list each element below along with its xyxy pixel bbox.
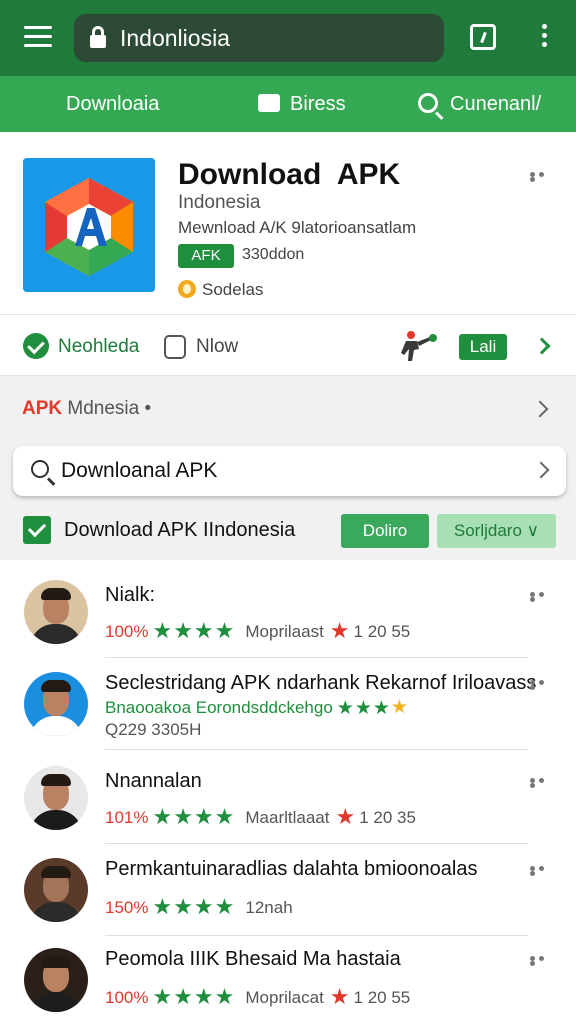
review-rating-line: 100% ★★★★ Moprilaast ★ 1 20 55	[105, 618, 410, 644]
apk-tag-badge: AFK	[178, 244, 234, 268]
review-rating-line: 150% ★★★★ 12nah	[105, 894, 293, 920]
review-meta: 12nah	[245, 898, 293, 917]
nav-tab-search-label: Cunenanl/	[450, 93, 542, 115]
site-name: Mdnesia •	[62, 398, 152, 419]
chevron-right-icon[interactable]	[533, 337, 551, 355]
review-count: 1 20 55	[353, 988, 411, 1007]
site-section: APK Mdnesia • Downloanal APK Download AP…	[0, 376, 576, 560]
avatar	[24, 858, 88, 922]
review-item[interactable]: Nnannalan 101% ★★★★ Maarltlaaat ★ 1 20 35	[0, 752, 576, 844]
hamburger-menu-icon[interactable]	[24, 26, 52, 48]
checkbox-checked[interactable]	[23, 516, 51, 544]
review-percent: 101%	[105, 808, 149, 827]
avatar	[24, 948, 88, 1012]
review-more-icon[interactable]	[530, 956, 556, 966]
search-icon	[31, 460, 49, 478]
reviewer-name: Nnannalan	[105, 770, 202, 792]
app-subtitle: Indonesia	[178, 192, 261, 213]
reviewer-name: Peomola IIIK Bhesaid Ma hastaia	[105, 948, 401, 970]
reviewer-name: Permkantuinaradlias dalahta bmioonoalas	[105, 858, 478, 880]
now-label[interactable]: Nlow	[196, 336, 238, 358]
review-more-icon[interactable]	[530, 680, 556, 690]
review-percent: 100%	[105, 622, 149, 641]
reviewer-name: Nialk:	[105, 584, 156, 606]
lali-button[interactable]: Lali	[459, 334, 507, 360]
review-more-icon[interactable]	[530, 592, 556, 602]
app-logo	[23, 158, 155, 292]
search-card[interactable]: Downloanal APK	[13, 446, 566, 496]
tabs-icon[interactable]	[470, 24, 496, 50]
avatar	[24, 580, 88, 644]
reviewer-name: Seclestridang APK ndarhank Rekarnof Iril…	[105, 672, 537, 694]
primary-button[interactable]: Doliro	[341, 514, 429, 548]
nav-tab-download-label: Downloaia	[66, 93, 160, 115]
review-subline: Bnaooakoa Eorondsddckehgo ★★★★	[105, 696, 408, 720]
review-meta: Moprilaast	[245, 622, 324, 641]
site-prefix: APK	[22, 398, 63, 419]
review-meta: Moprilacat	[245, 988, 324, 1007]
review-item[interactable]: Nialk: 100% ★★★★ Moprilaast ★ 1 20 55	[0, 566, 576, 658]
red-star-icon: ★	[329, 618, 350, 643]
coin-icon	[178, 280, 196, 298]
review-more-icon[interactable]	[530, 866, 556, 876]
review-meta: Maarltlaaat	[245, 808, 330, 827]
red-star-icon: ★	[329, 984, 350, 1009]
address-bar-text: Indonliosia	[120, 25, 230, 51]
review-item[interactable]: Peomola IIIK Bhesaid Ma hastaia 100% ★★★★…	[0, 934, 576, 1024]
divider	[105, 749, 528, 750]
review-percent: 150%	[105, 898, 149, 917]
review-count: 1 20 35	[359, 808, 416, 827]
browser-top-bar: Indonliosia	[0, 0, 576, 76]
chat-check-icon	[258, 91, 280, 147]
now-checkbox[interactable]	[164, 335, 186, 359]
review-count: 1 20 55	[353, 622, 411, 641]
nav-bar: Downloaia Biress Cunenanl/	[0, 76, 576, 147]
address-bar[interactable]: Indonliosia	[74, 14, 444, 62]
nav-tab-download[interactable]: Downloaia	[66, 76, 159, 132]
nav-tab-search[interactable]: Cunenanl/	[418, 76, 541, 132]
check-circle-icon[interactable]	[23, 333, 49, 359]
app-description: Mewnload A/K 9latorioansatlam	[178, 218, 417, 237]
review-code: Q229 3305H	[105, 720, 202, 739]
app-size: 330ddon	[242, 246, 305, 263]
review-rating-line: 100% ★★★★ Moprilacat ★ 1 20 55	[105, 984, 410, 1010]
search-icon	[418, 93, 438, 113]
action-row: Neohleda Nlow Lali	[0, 314, 576, 376]
review-subtext: Bnaooakoa Eorondsddckehgo	[105, 698, 333, 717]
gold-star-icon: ★	[390, 697, 408, 718]
app-rating-label: Sodelas	[202, 280, 264, 299]
star-rating-icon: ★★★	[336, 698, 391, 719]
app-title: Download APK	[178, 158, 401, 191]
review-item[interactable]: Permkantuinaradlias dalahta bmioonoalas …	[0, 844, 576, 936]
avatar	[24, 766, 88, 830]
red-star-icon: ★	[335, 804, 356, 829]
nav-tab-press[interactable]: Biress	[258, 76, 346, 147]
star-rating-icon: ★★★★	[152, 984, 236, 1009]
nav-tab-press-label: Biress	[290, 93, 346, 115]
runner-icon[interactable]	[400, 329, 438, 363]
review-rating-line: 101% ★★★★ Maarltlaaat ★ 1 20 35	[105, 804, 416, 830]
review-more-icon[interactable]	[530, 778, 556, 788]
star-rating-icon: ★★★★	[152, 618, 236, 643]
overflow-menu-icon[interactable]	[539, 24, 549, 50]
site-link[interactable]: APK Mdnesia •	[22, 398, 151, 420]
review-percent: 100%	[105, 988, 149, 1007]
search-card-text: Downloanal APK	[61, 459, 218, 482]
avatar	[24, 672, 88, 736]
star-rating-icon: ★★★★	[152, 804, 236, 829]
app-more-icon[interactable]	[530, 172, 556, 182]
installed-label[interactable]: Neohleda	[58, 336, 139, 358]
lock-icon	[90, 26, 106, 48]
search-card-chevron-icon	[532, 461, 550, 479]
secondary-dropdown-button[interactable]: Sorljdaro ∨	[437, 514, 556, 548]
star-rating-icon: ★★★★	[152, 894, 236, 919]
site-chevron-icon[interactable]	[531, 400, 549, 418]
checkbox-label: Download APK IIndonesia	[64, 519, 296, 541]
review-item[interactable]: Seclestridang APK ndarhank Rekarnof Iril…	[0, 658, 576, 750]
app-header: Download APK Indonesia Mewnload A/K 9lat…	[0, 132, 576, 314]
